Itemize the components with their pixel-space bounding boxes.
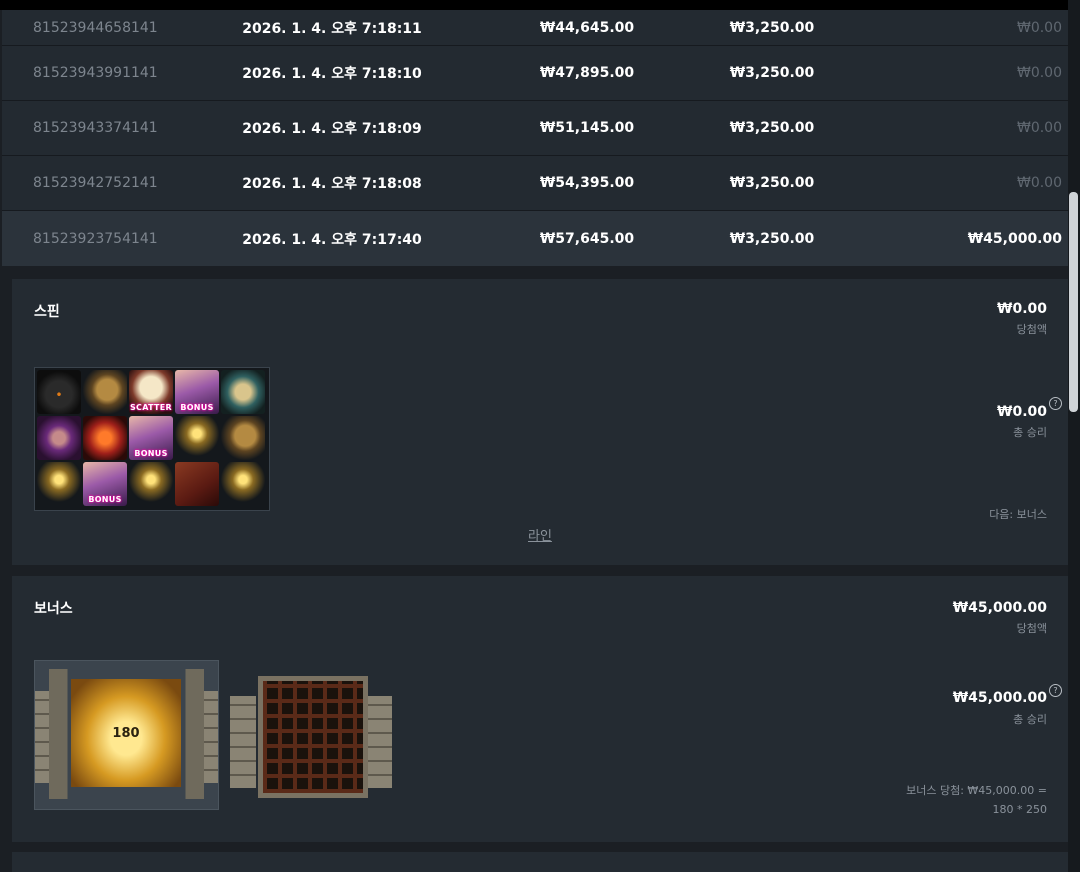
stone-wall-left [230, 696, 256, 788]
selected-door-tile[interactable]: 180 [34, 660, 219, 810]
scrollbar-thumb[interactable] [1069, 192, 1078, 412]
round-win: ₩45,000.00 [967, 230, 1062, 247]
bonus-title: 보너스 [34, 601, 73, 617]
book-symbol-icon [175, 462, 219, 506]
iron-gate-icon [258, 676, 368, 798]
table-row[interactable]: 81523943991141 2026. 1. 4. 오후 7:18:10 ₩4… [2, 46, 1068, 101]
round-balance: ₩57,645.00 [539, 230, 635, 247]
spin-panel: 스핀 ₩0.00 당첨액 SCATTER BONUS BONUS BONUS ₩… [12, 279, 1068, 565]
bonus-note-line1: 보너스 당첨: ₩45,000.00 = [906, 784, 1047, 797]
demon-symbol-icon [83, 416, 127, 460]
candle-symbol-icon [37, 462, 81, 506]
round-id: 81523943374141 [33, 120, 158, 136]
scrollbar-track[interactable] [1068, 0, 1080, 872]
candle-symbol-icon [221, 462, 265, 506]
skull-symbol-icon [221, 370, 265, 414]
bonus-tag: BONUS [134, 449, 168, 458]
mask-symbol-icon [37, 416, 81, 460]
round-bet: ₩3,250.00 [729, 230, 815, 247]
bonus-symbol-icon: BONUS [175, 370, 219, 414]
round-win: ₩0.00 [1016, 19, 1062, 36]
wolf-symbol-icon [37, 370, 81, 414]
round-balance: ₩51,145.00 [539, 120, 635, 136]
round-bet: ₩3,250.00 [729, 175, 815, 191]
spin-win-amount: ₩0.00 [997, 301, 1047, 317]
spin-total-label: 총 승리 [1013, 426, 1047, 439]
scatter-symbol-icon: SCATTER [129, 370, 173, 414]
round-bet: ₩3,250.00 [729, 65, 815, 81]
top-edge [0, 0, 1080, 10]
round-win: ₩0.00 [1016, 175, 1062, 191]
closed-door-tile[interactable] [230, 666, 392, 800]
bonus-symbol-icon: BONUS [129, 416, 173, 460]
scatter-tag: SCATTER [129, 403, 173, 412]
round-id: 81523943991141 [33, 65, 158, 81]
round-bet: ₩3,250.00 [729, 120, 815, 136]
candle-symbol-icon [129, 462, 173, 506]
bell-symbol-icon [83, 370, 127, 414]
gold-treasure-icon: 180 [71, 679, 181, 787]
spin-title: 스핀 [34, 304, 60, 320]
help-icon[interactable]: ? [1049, 397, 1062, 410]
bonus-win-amount: ₩45,000.00 [952, 600, 1047, 616]
bonus-win-label: 당첨액 [1016, 622, 1047, 635]
spin-next-label: 다음: 보너스 [989, 508, 1047, 521]
round-time: 2026. 1. 4. 오후 7:18:11 [242, 20, 422, 37]
table-row[interactable]: 81523944658141 2026. 1. 4. 오후 7:18:11 ₩4… [2, 10, 1068, 46]
spin-win-label: 당첨액 [1016, 323, 1047, 336]
table-row-selected[interactable]: 81523923754141 2026. 1. 4. 오후 7:17:40 ₩5… [2, 211, 1068, 266]
round-bet: ₩3,250.00 [729, 19, 815, 36]
next-panel-edge [12, 852, 1068, 872]
door-prize-value: 180 [112, 725, 140, 741]
round-time: 2026. 1. 4. 오후 7:18:09 [242, 121, 422, 137]
bonus-tag: BONUS [88, 495, 122, 504]
bonus-note-line2: 180 * 250 [992, 803, 1047, 816]
bonus-symbol-icon: BONUS [83, 462, 127, 506]
round-win: ₩0.00 [1016, 120, 1062, 136]
round-time: 2026. 1. 4. 오후 7:17:40 [242, 231, 422, 248]
table-row[interactable]: 81523943374141 2026. 1. 4. 오후 7:18:09 ₩5… [2, 101, 1068, 156]
round-history-table: 81523944658141 2026. 1. 4. 오후 7:18:11 ₩4… [2, 10, 1068, 266]
bonus-panel: 보너스 ₩45,000.00 당첨액 180 ₩45,000.00 ? 총 승리… [12, 576, 1068, 842]
table-row[interactable]: 81523942752141 2026. 1. 4. 오후 7:18:08 ₩5… [2, 156, 1068, 211]
round-id: 81523923754141 [33, 230, 158, 247]
bonus-total-label: 총 승리 [1013, 713, 1047, 726]
bell-symbol-icon [221, 416, 265, 460]
round-balance: ₩47,895.00 [539, 65, 635, 81]
round-balance: ₩44,645.00 [539, 19, 635, 36]
candle-symbol-icon [175, 416, 219, 460]
reel-grid: SCATTER BONUS BONUS BONUS [34, 367, 270, 511]
bonus-tag: BONUS [180, 403, 214, 412]
help-icon[interactable]: ? [1049, 684, 1062, 697]
round-id: 81523942752141 [33, 175, 158, 191]
round-balance: ₩54,395.00 [539, 175, 635, 191]
bonus-total-amount: ₩45,000.00 [952, 690, 1047, 706]
round-win: ₩0.00 [1016, 65, 1062, 81]
round-time: 2026. 1. 4. 오후 7:18:08 [242, 176, 422, 192]
stone-wall-right [366, 696, 392, 788]
lines-link[interactable]: 라인 [528, 525, 552, 544]
spin-total-amount: ₩0.00 [997, 404, 1047, 420]
round-id: 81523944658141 [33, 19, 158, 36]
round-time: 2026. 1. 4. 오후 7:18:10 [242, 66, 422, 82]
